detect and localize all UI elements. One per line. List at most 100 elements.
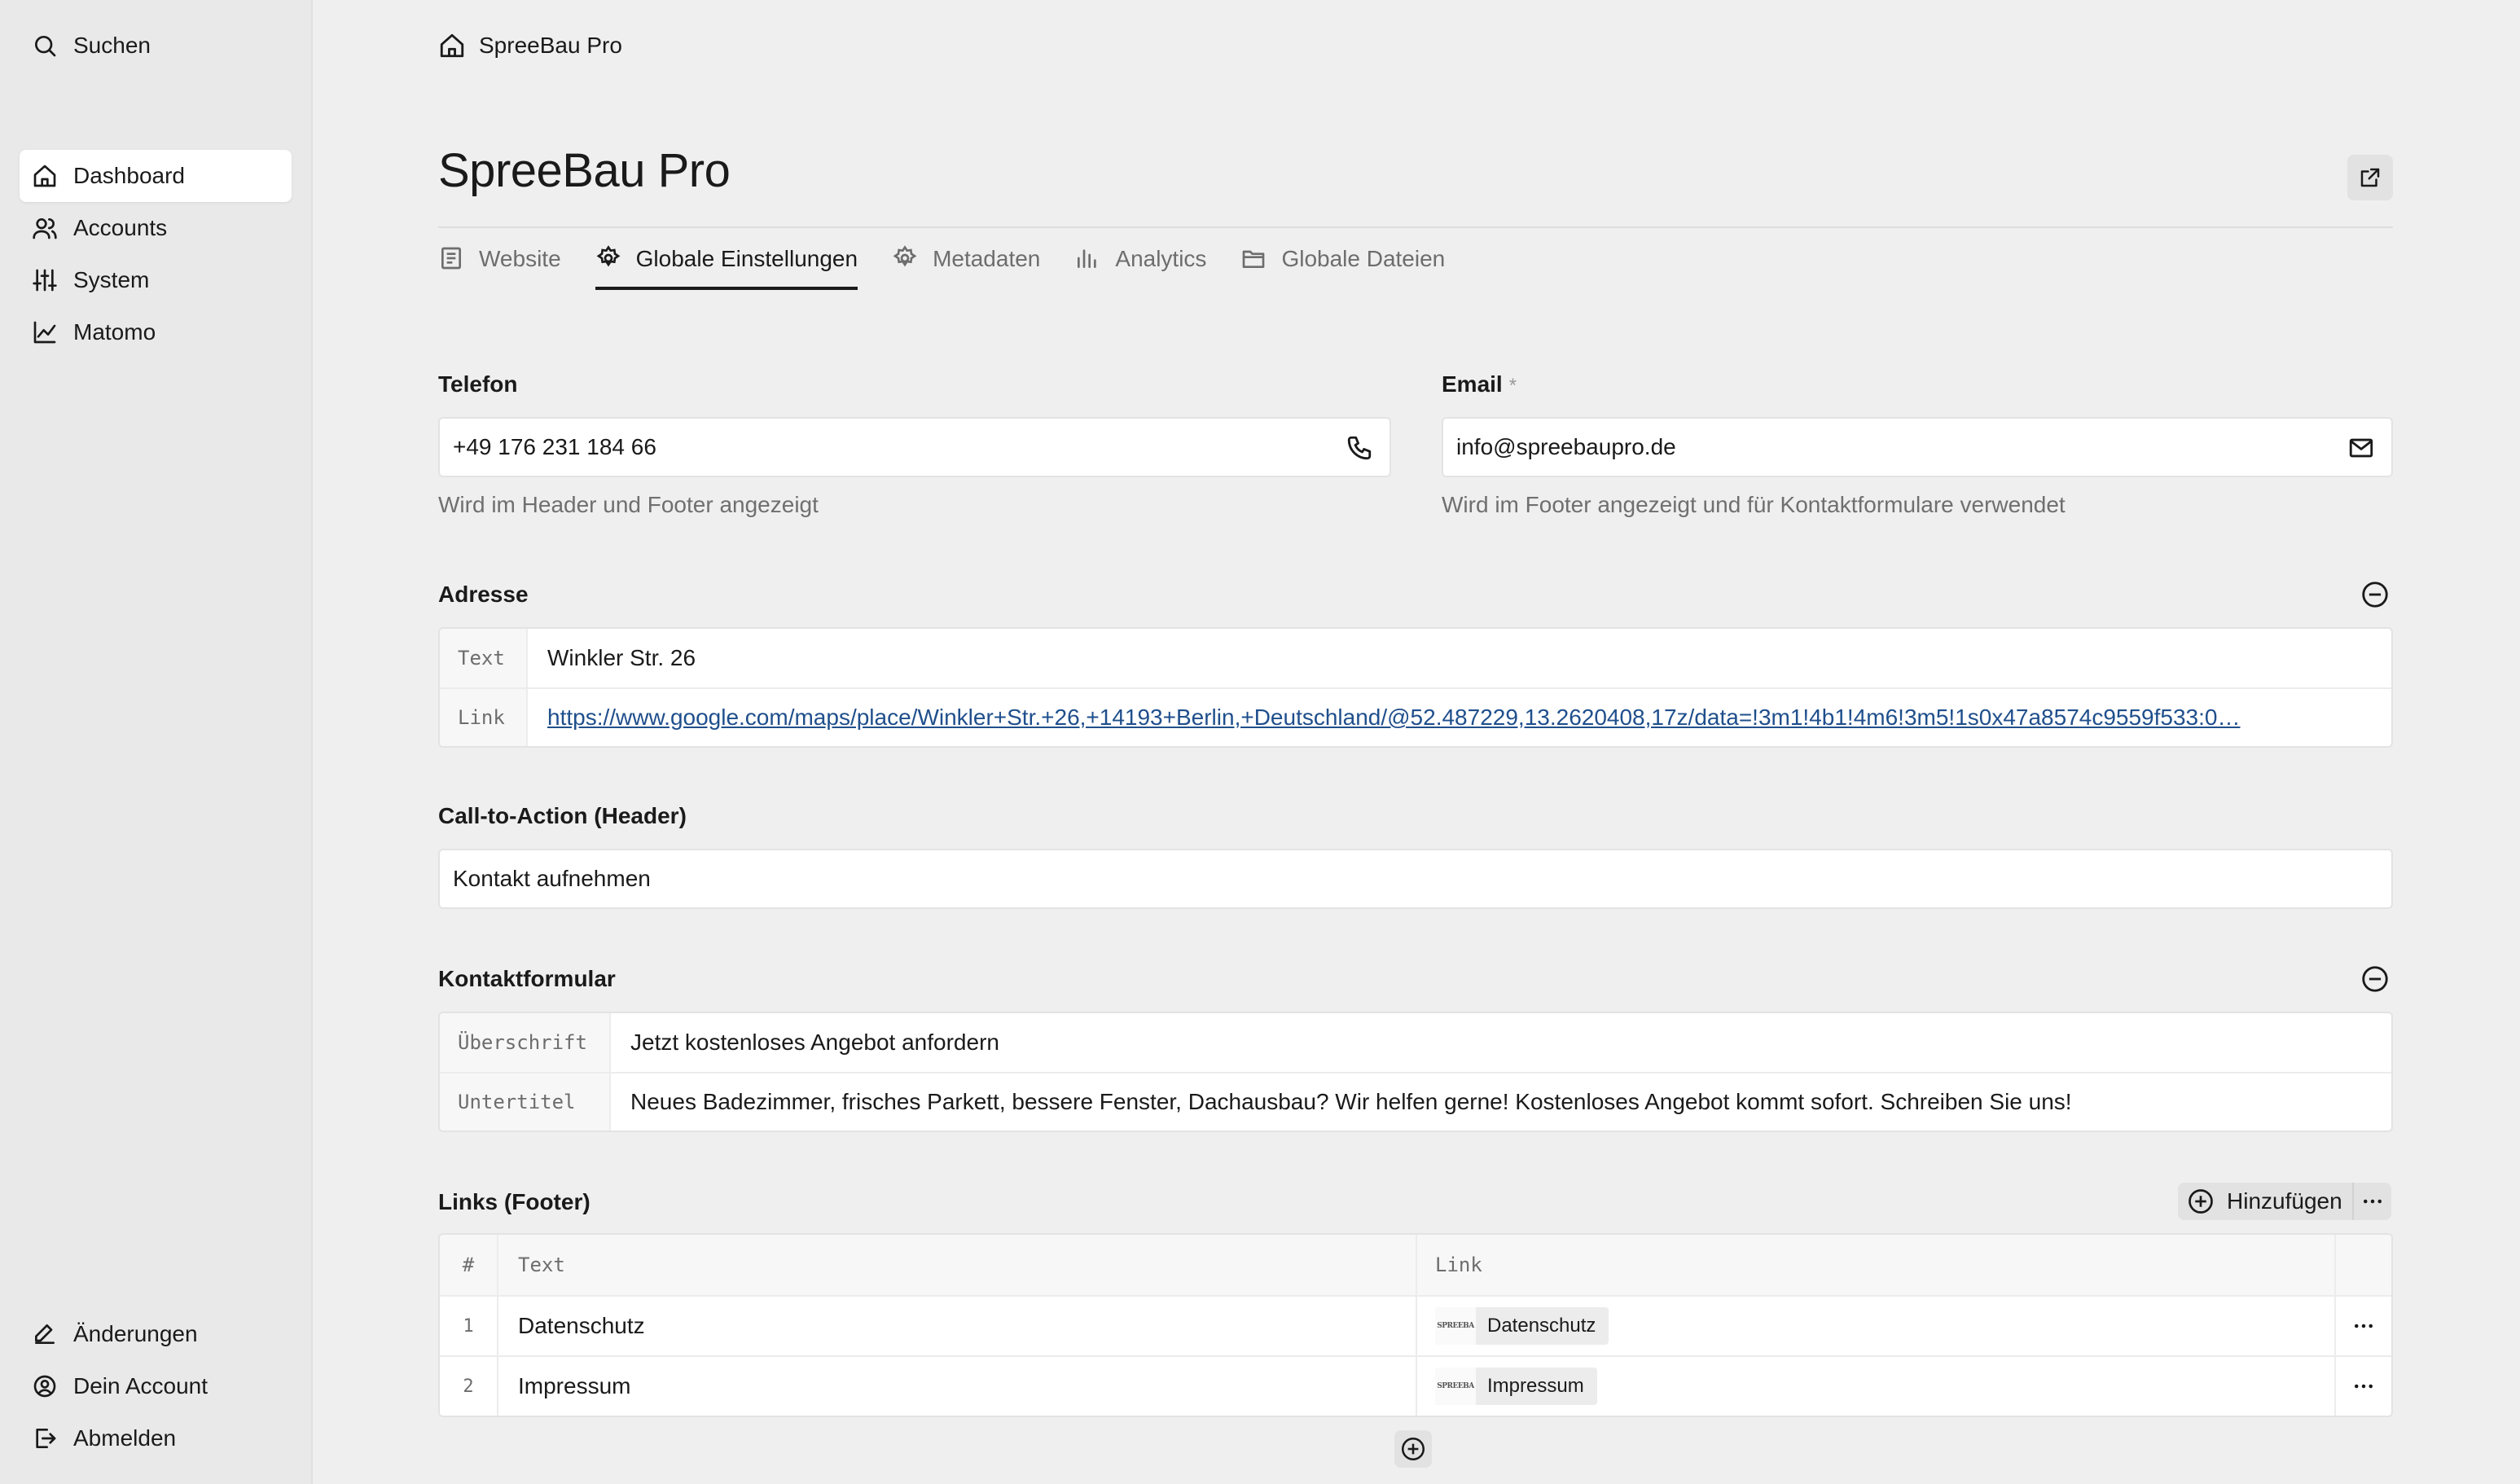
contact-subtitle-value[interactable]: Neues Badezimmer, frisches Parkett, bess… [611,1089,2072,1115]
contact-heading-value[interactable]: Jetzt kostenloses Angebot anfordern [611,1030,999,1056]
folder-icon [1240,245,1268,273]
minus-circle-icon [2360,964,2390,994]
page-icon [438,245,466,273]
page-title: SpreeBau Pro [438,144,731,197]
pencil-icon [31,1320,59,1348]
cta-label: Call-to-Action (Header) [438,803,687,828]
bar-chart-icon [1074,245,1102,273]
users-icon [31,214,59,242]
row-number: 2 [463,1376,474,1397]
tab-metadata[interactable]: Metadaten [892,233,1040,285]
column-header-text: Text [497,1235,1416,1295]
contact-form-table: Überschrift Jetzt kostenloses Angebot an… [438,1012,2393,1132]
collapse-contact-form-button[interactable] [2357,961,2393,997]
footer-links-table: # Text Link 1 Datenschutz SPREEBA Datens… [438,1233,2393,1417]
column-header-actions [2334,1235,2391,1295]
row-link: SPREEBA Datenschutz [1416,1297,2334,1355]
more-options-button[interactable] [2351,1183,2391,1220]
link-chip[interactable]: SPREEBA Datenschutz [1435,1307,1609,1345]
more-icon [2351,1314,2376,1338]
sidebar-item-label: Accounts [73,215,168,240]
email-value: info@spreebaupro.de [1456,434,1676,459]
table-row: 1 Datenschutz SPREEBA Datenschutz [440,1295,2391,1355]
address-text-row: Text Winkler Str. 26 [440,629,2391,687]
column-header-num: # [462,1253,475,1276]
email-hint: Wird im Footer angezeigt und für Kontakt… [1442,492,2066,517]
sidebar-item-system[interactable]: System [20,254,292,306]
row-text[interactable]: Datenschutz [497,1297,1416,1355]
address-link-row: Link https://www.google.com/maps/place/W… [440,687,2391,746]
open-external-button[interactable] [2347,155,2393,200]
line-chart-icon [31,318,59,346]
home-icon [31,162,59,190]
row-link: SPREEBA Impressum [1416,1357,2334,1416]
breadcrumb[interactable]: SpreeBau Pro [438,28,622,64]
sidebar-item-label: Änderungen [73,1321,198,1346]
contact-form-label: Kontaktformular [438,966,616,991]
row-menu-button[interactable] [2334,1297,2391,1355]
table-row: 2 Impressum SPREEBA Impressum [440,1355,2391,1416]
sidebar-item-label: Abmelden [73,1425,177,1451]
footer-links-label: Links (Footer) [438,1189,590,1214]
link-chip-label: Datenschutz [1487,1315,1596,1337]
add-row-button[interactable] [1394,1430,1432,1468]
row-number: 1 [463,1315,474,1337]
tab-website[interactable]: Website [438,233,561,285]
cta-field[interactable]: Kontakt aufnehmen [438,849,2393,909]
contact-heading-key: Überschrift [440,1013,611,1072]
plus-circle-icon [1399,1435,1427,1463]
logout-icon [31,1425,59,1452]
sidebar-item-label: System [73,267,150,292]
sidebar-item-account[interactable]: Dein Account [20,1360,292,1412]
add-button-group: Hinzufügen [2178,1183,2391,1220]
plus-circle-icon [2186,1187,2215,1216]
tab-label: Website [479,246,561,271]
search-button[interactable]: Suchen [20,20,292,72]
address-link-key: Link [440,689,528,746]
email-label: Email * [1442,371,1517,397]
page-thumbnail: SPREEBA [1435,1368,1476,1405]
link-chip-label: Impressum [1487,1375,1584,1397]
phone-field[interactable]: +49 176 231 184 66 [438,417,1391,477]
page-thumbnail: SPREEBA [1435,1307,1476,1345]
sidebar-item-label: Matomo [73,319,156,345]
address-label: Adresse [438,582,529,607]
settings-icon [595,245,623,273]
sidebar-item-logout[interactable]: Abmelden [20,1412,292,1464]
tab-analytics[interactable]: Analytics [1074,233,1206,285]
row-text[interactable]: Impressum [497,1357,1416,1416]
tab-label: Analytics [1115,246,1207,271]
user-circle-icon [31,1372,59,1400]
sidebar-item-label: Dashboard [73,163,185,188]
search-icon [31,32,59,59]
sidebar-item-dashboard[interactable]: Dashboard [20,150,292,202]
sidebar: Suchen Dashboard Accounts System Matomo … [0,0,313,1484]
address-text-value[interactable]: Winkler Str. 26 [528,645,696,671]
sidebar-item-changes[interactable]: Änderungen [20,1308,292,1360]
settings-icon [892,245,920,273]
collapse-address-button[interactable] [2357,577,2393,612]
sidebar-item-matomo[interactable]: Matomo [20,306,292,358]
tab-label: Globale Dateien [1281,246,1446,271]
mail-icon [2347,434,2375,462]
sidebar-item-label: Dein Account [73,1373,208,1398]
search-label: Suchen [73,33,151,58]
sidebar-item-accounts[interactable]: Accounts [20,202,292,254]
minus-circle-icon [2360,579,2390,610]
divider [438,226,2393,228]
phone-hint: Wird im Header und Footer angezeigt [438,492,819,517]
tab-global-files[interactable]: Globale Dateien [1240,233,1445,285]
contact-subtitle-key: Untertitel [440,1073,611,1131]
link-chip[interactable]: SPREEBA Impressum [1435,1368,1597,1405]
column-header-link: Link [1416,1235,2334,1295]
tab-label: Metadaten [933,246,1041,271]
address-link-value[interactable]: https://www.google.com/maps/place/Winkle… [528,705,2369,731]
add-link-button[interactable]: Hinzufügen [2178,1183,2352,1220]
required-mark: * [1508,375,1517,397]
row-menu-button[interactable] [2334,1357,2391,1416]
tab-global-settings[interactable]: Globale Einstellungen [595,233,858,290]
contact-subtitle-row: Untertitel Neues Badezimmer, frisches Pa… [440,1072,2391,1131]
email-field[interactable]: info@spreebaupro.de [1442,417,2393,477]
phone-value: +49 176 231 184 66 [453,434,656,459]
tab-label: Globale Einstellungen [635,246,858,271]
